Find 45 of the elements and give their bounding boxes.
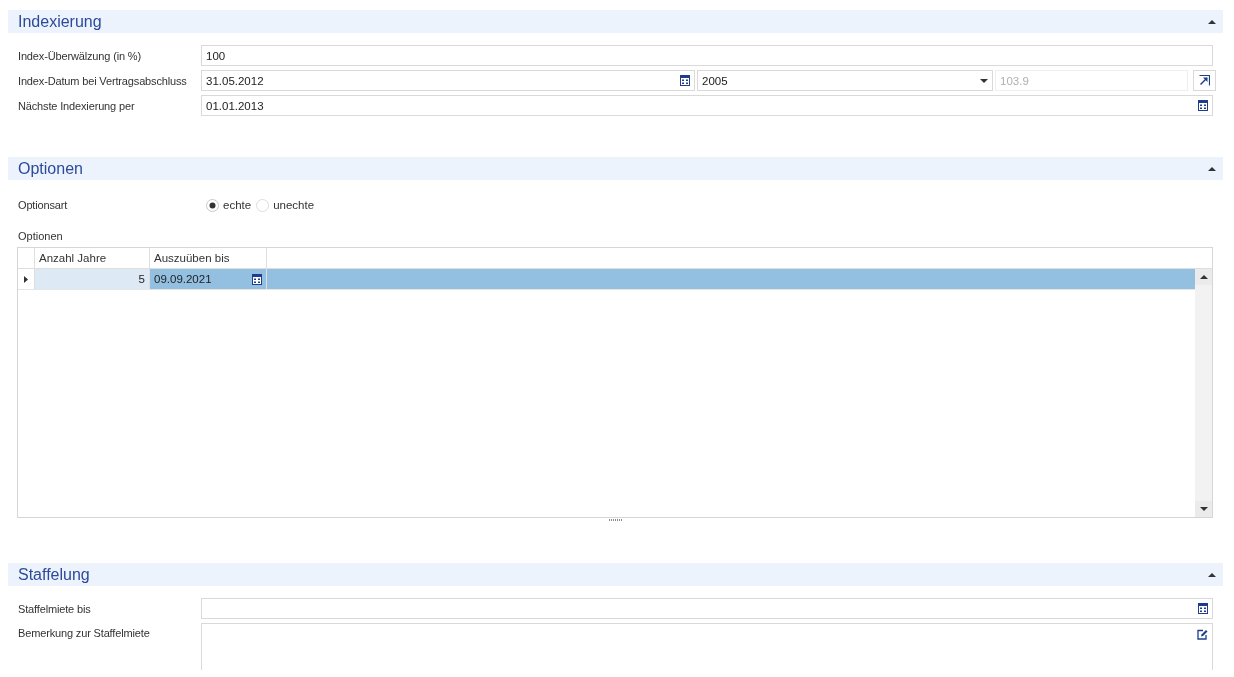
scroll-down-icon [1199, 507, 1208, 511]
field-label: Staffelmiete bis [18, 601, 91, 616]
column-header[interactable]: Anzahl Jahre [35, 248, 150, 268]
section-title: Indexierung [18, 11, 102, 32]
field-label: Optionsart [18, 198, 68, 212]
collapse-caret-icon[interactable] [1208, 166, 1216, 171]
row-indicator-icon [24, 275, 28, 283]
calendar-icon[interactable] [1198, 603, 1208, 614]
section-header[interactable]: Staffelung [8, 563, 1223, 586]
edit-icon[interactable] [1197, 629, 1208, 640]
grid-cell[interactable]: 5 [35, 269, 150, 289]
calendar-icon[interactable] [252, 273, 262, 285]
scrollbar[interactable] [1195, 269, 1212, 517]
section-title: Staffelung [18, 564, 90, 585]
collapse-caret-icon[interactable] [1208, 572, 1216, 577]
radio-button-icon[interactable] [206, 198, 219, 212]
section-header[interactable]: Optionen [8, 157, 1223, 180]
calendar-icon[interactable] [1198, 100, 1208, 111]
field-label: Index-Überwälzung (in %) [18, 48, 141, 63]
calendar-icon[interactable] [680, 75, 690, 86]
date-field[interactable]: 01.01.2013 [201, 95, 1213, 116]
dropdown-caret-icon[interactable] [980, 78, 988, 83]
open-button[interactable] [1193, 70, 1216, 91]
radio-option[interactable]: echte [206, 198, 252, 212]
date-field[interactable] [201, 598, 1213, 619]
scroll-up-icon [1199, 275, 1208, 279]
grid-label: Optionen [17, 229, 63, 243]
scroll-down-button[interactable] [1195, 501, 1212, 517]
date-field[interactable]: 31.05.2012 [201, 70, 695, 91]
readonly-field: 103.9 [995, 70, 1188, 91]
grid-row[interactable]: 5 09.09.2021 [18, 269, 1195, 290]
scroll-up-button[interactable] [1195, 269, 1212, 285]
dropdown-field[interactable]: 2005 [697, 70, 993, 91]
field-label: Nächste Indexierung per [18, 98, 135, 113]
text-field[interactable]: 100 [201, 45, 1213, 66]
memo-field[interactable] [201, 623, 1213, 670]
field-label: Bemerkung zur Staffelmiete [18, 626, 150, 640]
radio-button-icon[interactable] [256, 198, 270, 212]
section-title: Optionen [18, 158, 83, 179]
section-header[interactable]: Indexierung [8, 10, 1223, 33]
field-label: Index-Datum bei Vertragsabschluss [18, 73, 187, 88]
arrow-up-right-icon [1199, 75, 1210, 86]
column-header[interactable]: Auszuüben bis [150, 248, 267, 268]
collapse-caret-icon[interactable] [1208, 19, 1216, 24]
radio-option[interactable]: unechte [256, 198, 315, 212]
